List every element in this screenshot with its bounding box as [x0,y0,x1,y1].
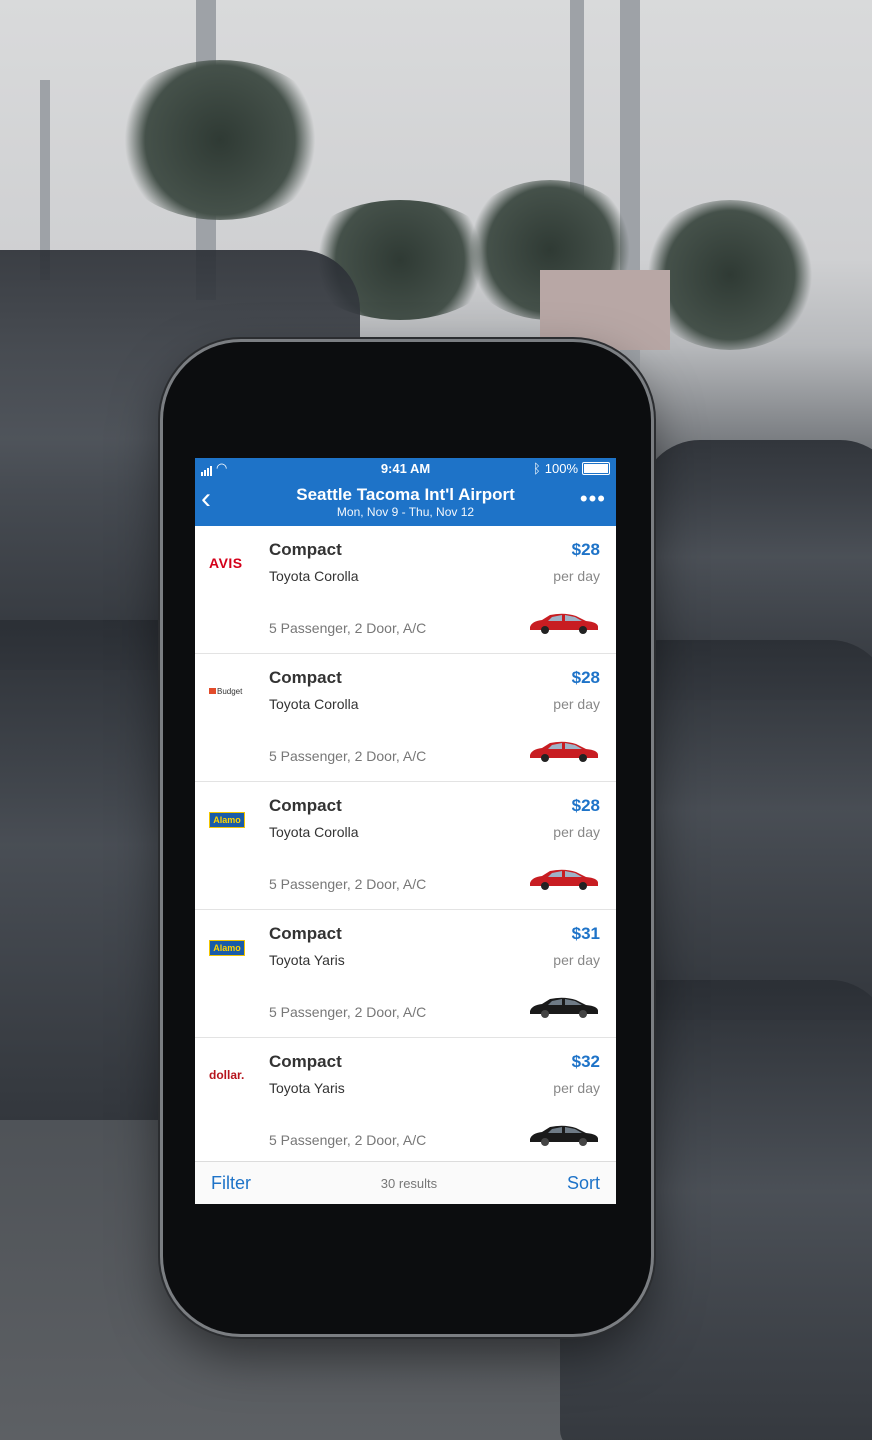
result-row[interactable]: Alamo Compact Toyota Yaris 5 Passenger, … [195,910,616,1038]
car-specs: 5 Passenger, 2 Door, A/C [269,876,427,892]
results-count: 30 results [380,1175,438,1191]
result-row[interactable]: Budget Compact Toyota Corolla 5 Passenge… [195,654,616,782]
car-class: Compact [269,796,342,815]
price: $28 [571,668,600,687]
date-range: Mon, Nov 9 - Thu, Nov 12 [336,505,475,519]
car-image [530,997,598,1018]
car-model: Toyota Corolla [269,824,359,840]
car-class: Compact [269,1052,342,1071]
car-class: Compact [269,540,342,559]
filter-button[interactable]: Filter [211,1173,251,1194]
vendor-logo-budget: Budget [209,682,251,700]
dealership-sign [540,270,670,350]
car-image [530,613,598,634]
status-time: 9:41 AM [380,460,431,476]
price-unit: per day [553,696,600,712]
sort-button[interactable]: Sort [567,1173,600,1194]
results-list: AVIS Compact Toyota Corolla 5 Passenger,… [195,526,616,1166]
result-row[interactable]: dollar. Compact Toyota Yaris 5 Passenger… [195,1038,616,1166]
car-model: Toyota Yaris [269,952,345,968]
status-bar: ◠ 9:41 AM ᛒ 100% [195,458,616,478]
price-unit: per day [553,1080,600,1096]
car-specs: 5 Passenger, 2 Door, A/C [269,620,427,636]
car-image [530,741,598,762]
price: $28 [571,540,600,559]
vendor-logo-dollar: dollar. [209,1068,245,1082]
price-unit: per day [553,952,600,968]
vendor-logo-alamo: Alamo [209,940,245,956]
car-model: Toyota Corolla [269,568,359,584]
car-specs: 5 Passenger, 2 Door, A/C [269,1004,427,1020]
phone-frame: ◠ 9:41 AM ᛒ 100% ‹ Seattle Tacoma Int'l … [163,342,651,1334]
result-row[interactable]: Alamo Compact Toyota Corolla 5 Passenger… [195,782,616,910]
price: $32 [571,1052,600,1071]
vendor-logo-alamo: Alamo [209,812,245,828]
palm-tree [110,60,330,220]
result-row[interactable]: AVIS Compact Toyota Corolla 5 Passenger,… [195,526,616,654]
car-class: Compact [269,924,342,943]
battery-icon [582,461,610,475]
car-model: Toyota Yaris [269,1080,345,1096]
price-unit: per day [553,824,600,840]
bottom-toolbar: Filter 30 results Sort [195,1161,616,1204]
car-image [530,869,598,890]
car-class: Compact [269,668,342,687]
car-image [530,1125,598,1146]
car-specs: 5 Passenger, 2 Door, A/C [269,1132,427,1148]
back-button[interactable]: ‹ [201,484,211,514]
page-title: Seattle Tacoma Int'l Airport [296,485,515,504]
price: $31 [571,924,600,943]
price: $28 [571,796,600,815]
car-specs: 5 Passenger, 2 Door, A/C [269,748,427,764]
vendor-logo-avis: AVIS [209,555,243,571]
nav-bar: ‹ Seattle Tacoma Int'l Airport Mon, Nov … [195,478,616,526]
more-options-button[interactable]: ••• [580,488,606,510]
car-model: Toyota Corolla [269,696,359,712]
app-screen: ◠ 9:41 AM ᛒ 100% ‹ Seattle Tacoma Int'l … [195,458,616,1204]
price-unit: per day [553,568,600,584]
